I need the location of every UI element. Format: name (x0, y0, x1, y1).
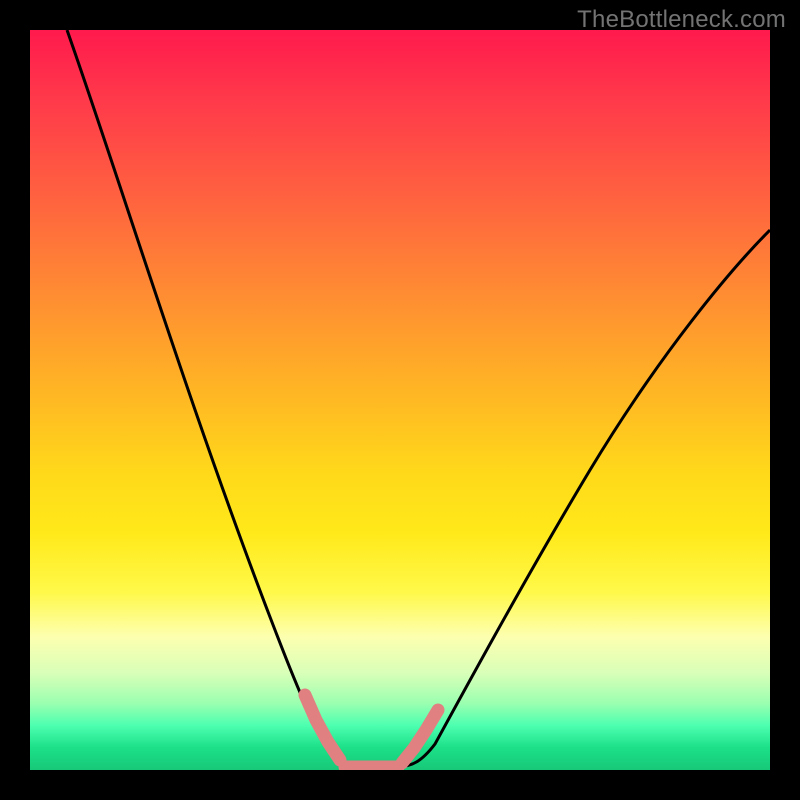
right-slope-marker (402, 710, 438, 763)
bottleneck-curve (67, 30, 770, 767)
curve-layer (30, 30, 770, 770)
chart-frame: TheBottleneck.com (0, 0, 800, 800)
plot-area (30, 30, 770, 770)
left-slope-marker (305, 695, 340, 760)
